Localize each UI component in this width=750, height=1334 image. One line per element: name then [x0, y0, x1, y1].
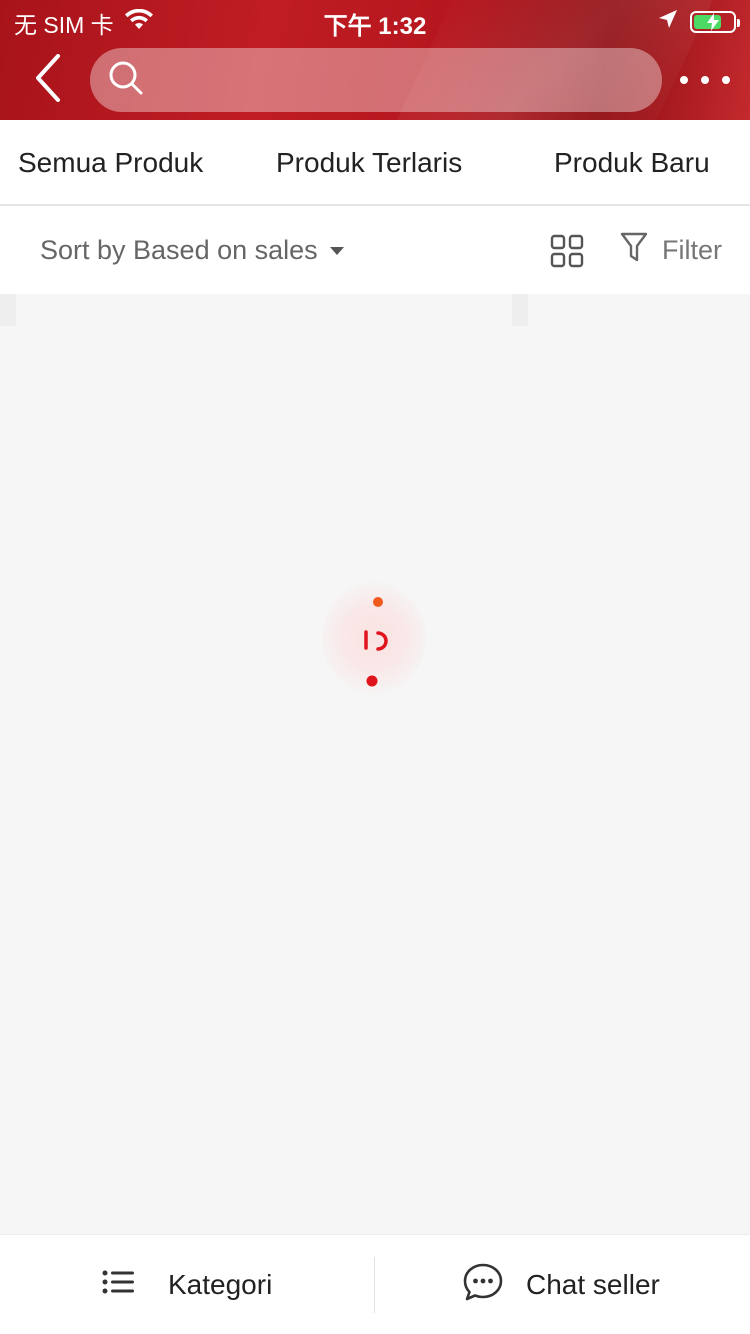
chat-seller-button[interactable]: Chat seller — [462, 1235, 660, 1334]
kategori-label: Kategori — [168, 1269, 273, 1300]
search-icon — [108, 60, 144, 101]
status-time: 下午 1:32 — [323, 13, 427, 40]
bottom-action-bar: Kategori Chat seller — [0, 1234, 750, 1334]
back-button[interactable] — [22, 52, 74, 108]
grid-view-button[interactable] — [550, 234, 584, 268]
status-bar: 无 SIM 卡 下午 1:32 — [0, 0, 750, 40]
sort-filter-bar: Sort by Based on sales Filter — [0, 206, 750, 294]
grid-view-icon — [550, 234, 584, 272]
list-icon — [102, 1269, 134, 1301]
product-list-area — [0, 294, 750, 1234]
chat-bubble-icon — [462, 1262, 504, 1309]
sort-label: Sort by Based on sales — [40, 234, 318, 265]
header: 无 SIM 卡 下午 1:32 — [0, 0, 750, 120]
bottom-divider — [374, 1257, 375, 1313]
loading-spinner-icon — [322, 582, 426, 694]
search-bar[interactable] — [90, 48, 662, 112]
charging-bolt-icon — [692, 13, 734, 31]
kategori-button[interactable]: Kategori — [102, 1235, 272, 1334]
tab-semua-produk[interactable]: Semua Produk — [18, 120, 203, 206]
skeleton-placeholder — [512, 294, 528, 326]
chevron-left-icon — [34, 53, 62, 107]
more-horizontal-icon — [680, 76, 688, 84]
battery-icon — [690, 11, 740, 33]
chat-seller-label: Chat seller — [526, 1269, 660, 1300]
status-right — [658, 8, 740, 36]
store-products-screen: 无 SIM 卡 下午 1:32 Semua Produk Produk Terl… — [0, 0, 750, 1334]
filter-button[interactable]: Filter — [620, 206, 722, 294]
more-options-button[interactable] — [680, 62, 730, 98]
tab-produk-terlaris[interactable]: Produk Terlaris — [276, 120, 462, 206]
tab-produk-baru[interactable]: Produk Baru — [554, 120, 710, 206]
caret-down-icon — [329, 247, 344, 255]
sort-dropdown[interactable]: Sort by Based on sales — [40, 206, 344, 294]
product-tabs: Semua Produk Produk Terlaris Produk Baru — [0, 120, 750, 206]
search-input[interactable] — [156, 48, 662, 112]
location-arrow-icon — [658, 8, 678, 36]
skeleton-placeholder — [0, 294, 16, 326]
filter-icon — [620, 232, 648, 269]
filter-label: Filter — [662, 234, 722, 265]
